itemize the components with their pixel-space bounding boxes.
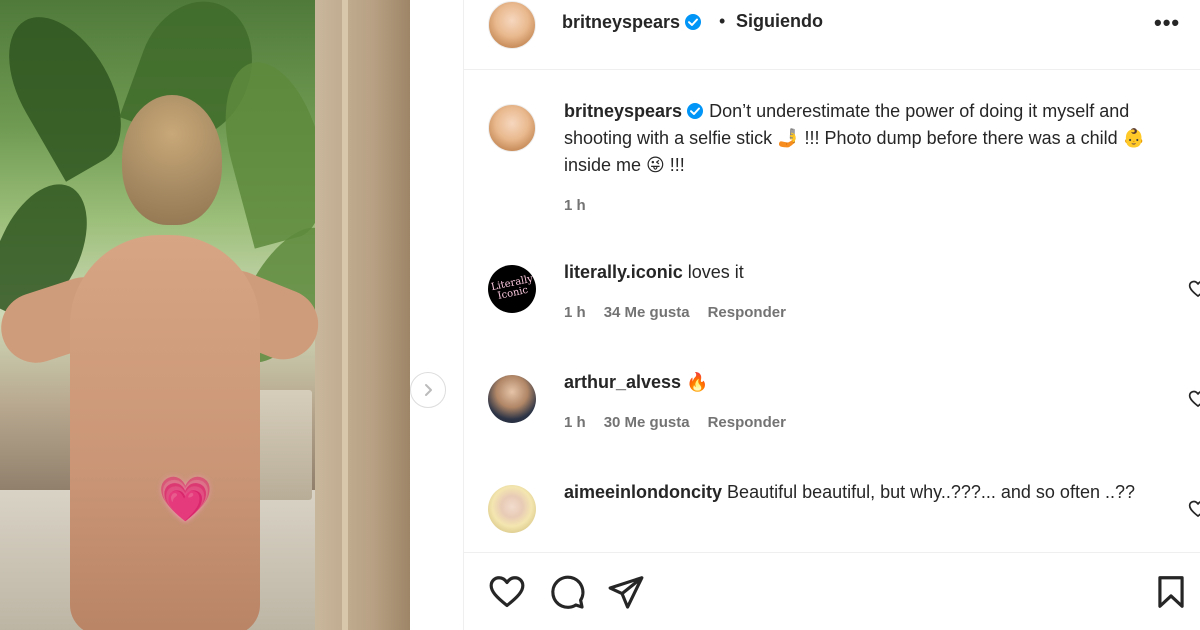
caption-timestamp[interactable]: 1 h xyxy=(564,197,586,214)
chevron-right-icon xyxy=(425,384,432,396)
comment-icon[interactable] xyxy=(548,573,586,611)
figure-head xyxy=(122,95,222,225)
comment-text-block: literally.iconic loves it xyxy=(564,259,1184,286)
share-icon[interactable] xyxy=(607,573,645,611)
wall xyxy=(315,0,410,630)
wall-edge xyxy=(342,0,348,630)
censor-heart-emoji: 💗 xyxy=(158,475,213,524)
author-avatar[interactable] xyxy=(488,1,536,49)
caption-text-block: britneyspears Don’t underestimate the po… xyxy=(564,98,1184,179)
author-username-text[interactable]: britneyspears xyxy=(562,12,680,32)
comment-body: arthur_alvess 🔥 1 h 30 Me gusta Responder xyxy=(564,369,1184,431)
bookmark-icon[interactable] xyxy=(1152,573,1190,611)
reply-button[interactable]: Responder xyxy=(708,414,786,431)
comment-like-count[interactable]: 34 Me gusta xyxy=(604,304,690,321)
author-username[interactable]: britneyspears xyxy=(562,12,702,33)
avatar-logo-text: Literally Iconic xyxy=(490,273,535,302)
caption-author-username[interactable]: britneyspears xyxy=(564,101,682,121)
post-actions-bar xyxy=(464,552,1200,630)
comment-like-heart-icon[interactable] xyxy=(1188,499,1200,519)
post-media[interactable]: 💗 xyxy=(0,0,410,630)
comment-meta: 1 h 34 Me gusta Responder xyxy=(564,304,1184,321)
comment-like-heart-icon[interactable] xyxy=(1188,279,1200,299)
post-details-panel: britneyspears • Siguiendo ••• britneyspe… xyxy=(463,0,1200,630)
caption-body: britneyspears Don’t underestimate the po… xyxy=(564,98,1184,214)
comment-text: 🔥 xyxy=(686,372,709,392)
commenter-username[interactable]: arthur_alvess xyxy=(564,372,681,392)
commenter-avatar[interactable]: Literally Iconic xyxy=(488,265,536,313)
comment-text: loves it xyxy=(687,262,744,282)
separator-dot: • xyxy=(719,11,726,31)
reply-button[interactable]: Responder xyxy=(708,304,786,321)
verified-badge-icon xyxy=(686,102,704,120)
more-options-button[interactable]: ••• xyxy=(1154,10,1180,36)
comment-body: literally.iconic loves it 1 h 34 Me gusta… xyxy=(564,259,1184,321)
commenter-username[interactable]: aimeeinlondoncity xyxy=(564,482,722,502)
caption-meta: 1 h xyxy=(564,197,1184,214)
comment-text: Beautiful beautiful, but why..???... and… xyxy=(727,482,1135,502)
figure-body xyxy=(70,235,260,630)
comment-like-count[interactable]: 30 Me gusta xyxy=(604,414,690,431)
next-media-button[interactable] xyxy=(410,372,446,408)
commenter-avatar[interactable] xyxy=(488,485,536,533)
comment-body: aimeeinlondoncity Beautiful beautiful, b… xyxy=(564,479,1184,506)
person-figure: 💗 xyxy=(0,95,329,630)
caption-author-avatar[interactable] xyxy=(488,104,536,152)
comment-like-heart-icon[interactable] xyxy=(1188,389,1200,409)
verified-badge-icon xyxy=(684,13,702,31)
post-header: britneyspears • Siguiendo ••• xyxy=(464,0,1200,70)
comment-timestamp[interactable]: 1 h xyxy=(564,304,586,321)
heart-icon[interactable] xyxy=(488,573,526,611)
comment-meta: 1 h 30 Me gusta Responder xyxy=(564,414,1184,431)
comment-timestamp[interactable]: 1 h xyxy=(564,414,586,431)
commenter-avatar[interactable] xyxy=(488,375,536,423)
comment-text-block: aimeeinlondoncity Beautiful beautiful, b… xyxy=(564,479,1144,506)
follow-status-button[interactable]: Siguiendo xyxy=(736,11,823,32)
commenter-username[interactable]: literally.iconic xyxy=(564,262,683,282)
comment-text-block: arthur_alvess 🔥 xyxy=(564,369,1184,396)
